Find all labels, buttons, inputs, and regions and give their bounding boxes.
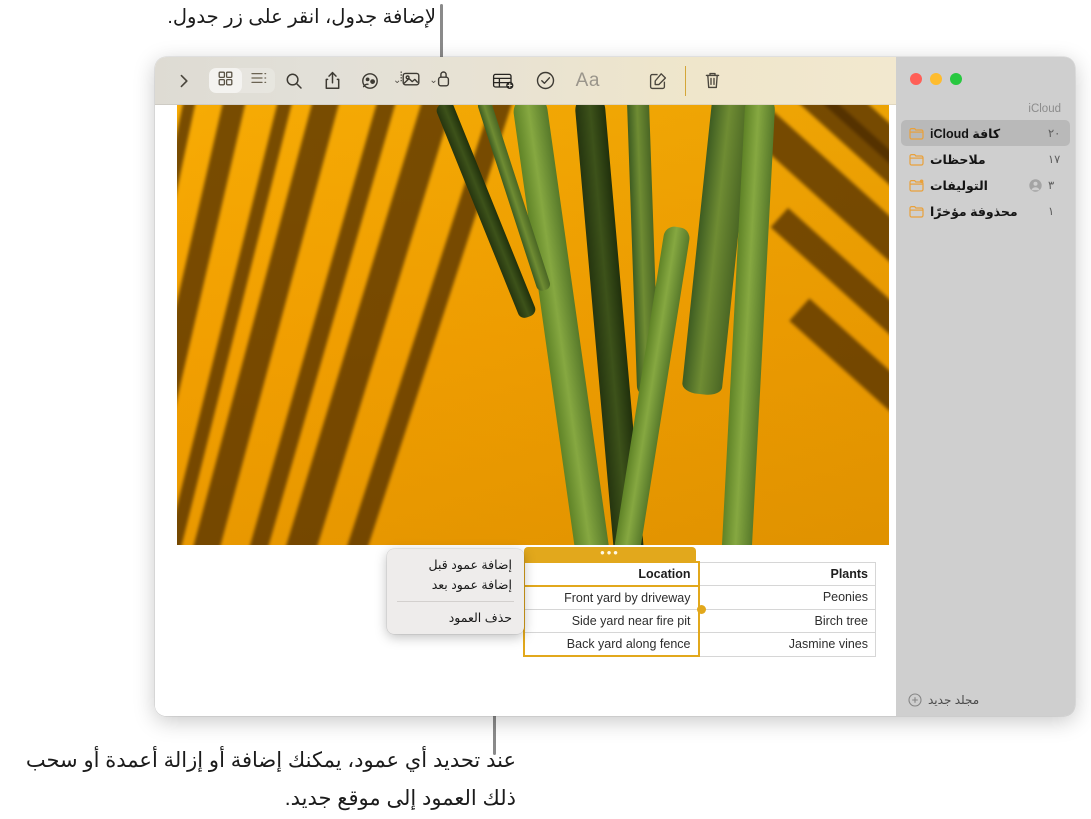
sidebar-item-label: ملاحظات [930, 152, 986, 167]
column-context-menu[interactable]: إضافة عمود قبل إضافة عمود بعد حذف العمود [387, 549, 524, 634]
sidebar-item-count: ٣ [1048, 180, 1055, 192]
collaborate-button[interactable] [351, 66, 389, 96]
table-row[interactable]: Jasmine vines Back yard along fence [522, 632, 876, 657]
sidebar-item-notes[interactable]: ملاحظات ١٧ [901, 146, 1070, 172]
notes-window: iCloud كافة iCloud ٢٠ ملاحظات ١٧ التوليف… [155, 57, 1075, 716]
note-body[interactable]: ••• Plants Location Peonies Front yard b… [155, 105, 896, 716]
menu-item-add-column-before[interactable]: إضافة عمود قبل [387, 555, 524, 575]
list-view-button[interactable] [242, 68, 275, 93]
folder-icon [909, 153, 924, 166]
sidebar-item-all-icloud[interactable]: كافة iCloud ٢٠ [901, 120, 1070, 146]
toolbar: ⌄ ⌄ Aa [155, 57, 896, 105]
annotation-bottom: عند تحديد أي عمود، يمكنك إضافة أو إزالة … [25, 749, 516, 810]
share-button[interactable] [313, 66, 351, 96]
sidebar-item-label: التوليفات [930, 178, 988, 193]
format-aa-label: Aa [575, 69, 600, 91]
media-icon [399, 69, 421, 92]
collaborate-person-icon [360, 72, 380, 90]
media-button[interactable]: ⌄ [389, 69, 425, 92]
sidebar-item-label: محذوفة مؤخرًا [930, 204, 1018, 219]
grid-view-button[interactable] [209, 68, 242, 93]
shared-person-icon [1029, 178, 1042, 192]
leader-line-top [440, 4, 443, 64]
main-pane: ⌄ ⌄ Aa ••• Plants Location Peonies Front… [155, 57, 896, 716]
toolbar-primary-group: ⌄ ⌄ Aa [275, 65, 732, 96]
compose-icon [649, 72, 667, 90]
trash-icon [704, 71, 721, 90]
plus-circle-icon [908, 693, 922, 707]
window-controls [896, 57, 962, 85]
cell-plants[interactable]: Jasmine vines [698, 632, 876, 657]
menu-separator [397, 601, 514, 602]
close-button[interactable] [910, 73, 922, 85]
search-icon [285, 72, 303, 90]
sidebar-item-count: ١ [1048, 206, 1055, 218]
cell-location[interactable]: Back yard along fence [522, 632, 700, 657]
cell-plants[interactable]: Peonies [698, 585, 876, 610]
lock-icon [436, 69, 451, 93]
folder-icon [909, 205, 924, 218]
note-table[interactable]: ••• Plants Location Peonies Front yard b… [387, 546, 876, 657]
sidebar-section-title: iCloud [1028, 103, 1061, 115]
cell-plants[interactable]: Birch tree [698, 608, 876, 633]
new-folder-button[interactable]: مجلد جديد [896, 693, 1075, 707]
checkmark-circle-icon [536, 71, 555, 90]
menu-item-add-column-after[interactable]: إضافة عمود بعد [387, 575, 524, 595]
grid-icon [218, 71, 233, 91]
lock-button[interactable]: ⌄ [425, 69, 454, 93]
toolbar-secondary-group [159, 66, 275, 96]
chevron-right-icon [177, 72, 191, 90]
menu-item-delete-column[interactable]: حذف العمود [387, 608, 524, 628]
table-icon [492, 72, 515, 90]
table-button[interactable] [481, 66, 527, 96]
minimize-button[interactable] [930, 73, 942, 85]
toolbar-divider [684, 65, 686, 96]
list-icon [250, 71, 267, 90]
format-button[interactable]: Aa [565, 66, 611, 96]
cell-location[interactable]: Side yard near fire pit [522, 608, 700, 633]
column-selection-handle[interactable]: ••• [524, 544, 696, 562]
sidebar-item-label: كافة iCloud [930, 126, 1001, 141]
folder-icon [909, 127, 924, 140]
compose-button[interactable] [639, 66, 677, 96]
sidebar: iCloud كافة iCloud ٢٠ ملاحظات ١٧ التوليف… [896, 57, 1075, 716]
table-header-row: Plants Location [522, 561, 876, 587]
ellipsis-icon: ••• [600, 544, 620, 560]
shared-folder-icon [909, 179, 924, 192]
sidebar-item-recently-deleted[interactable]: محذوفة مؤخرًا ١ [901, 198, 1070, 224]
sidebar-item-count: ١٧ [1048, 154, 1061, 166]
note-photo-attachment[interactable] [177, 105, 889, 545]
expand-button[interactable] [165, 66, 203, 96]
column-drag-dot[interactable] [697, 605, 706, 614]
new-folder-label: مجلد جديد [928, 693, 980, 707]
zoom-button[interactable] [950, 73, 962, 85]
annotation-top: لإضافة جدول، انقر على زر جدول. [167, 6, 436, 28]
column-header-location[interactable]: Location [522, 561, 700, 587]
sidebar-item-count: ٢٠ [1048, 128, 1061, 140]
cell-location[interactable]: Front yard by driveway [522, 585, 700, 610]
share-icon [324, 71, 341, 90]
sidebar-item-compositions[interactable]: التوليفات ٣ [901, 172, 1070, 198]
view-toggle-group [209, 68, 275, 93]
checklist-button[interactable] [527, 66, 565, 96]
search-button[interactable] [275, 66, 313, 96]
column-header-plants[interactable]: Plants [698, 561, 876, 586]
delete-button[interactable] [694, 66, 732, 96]
